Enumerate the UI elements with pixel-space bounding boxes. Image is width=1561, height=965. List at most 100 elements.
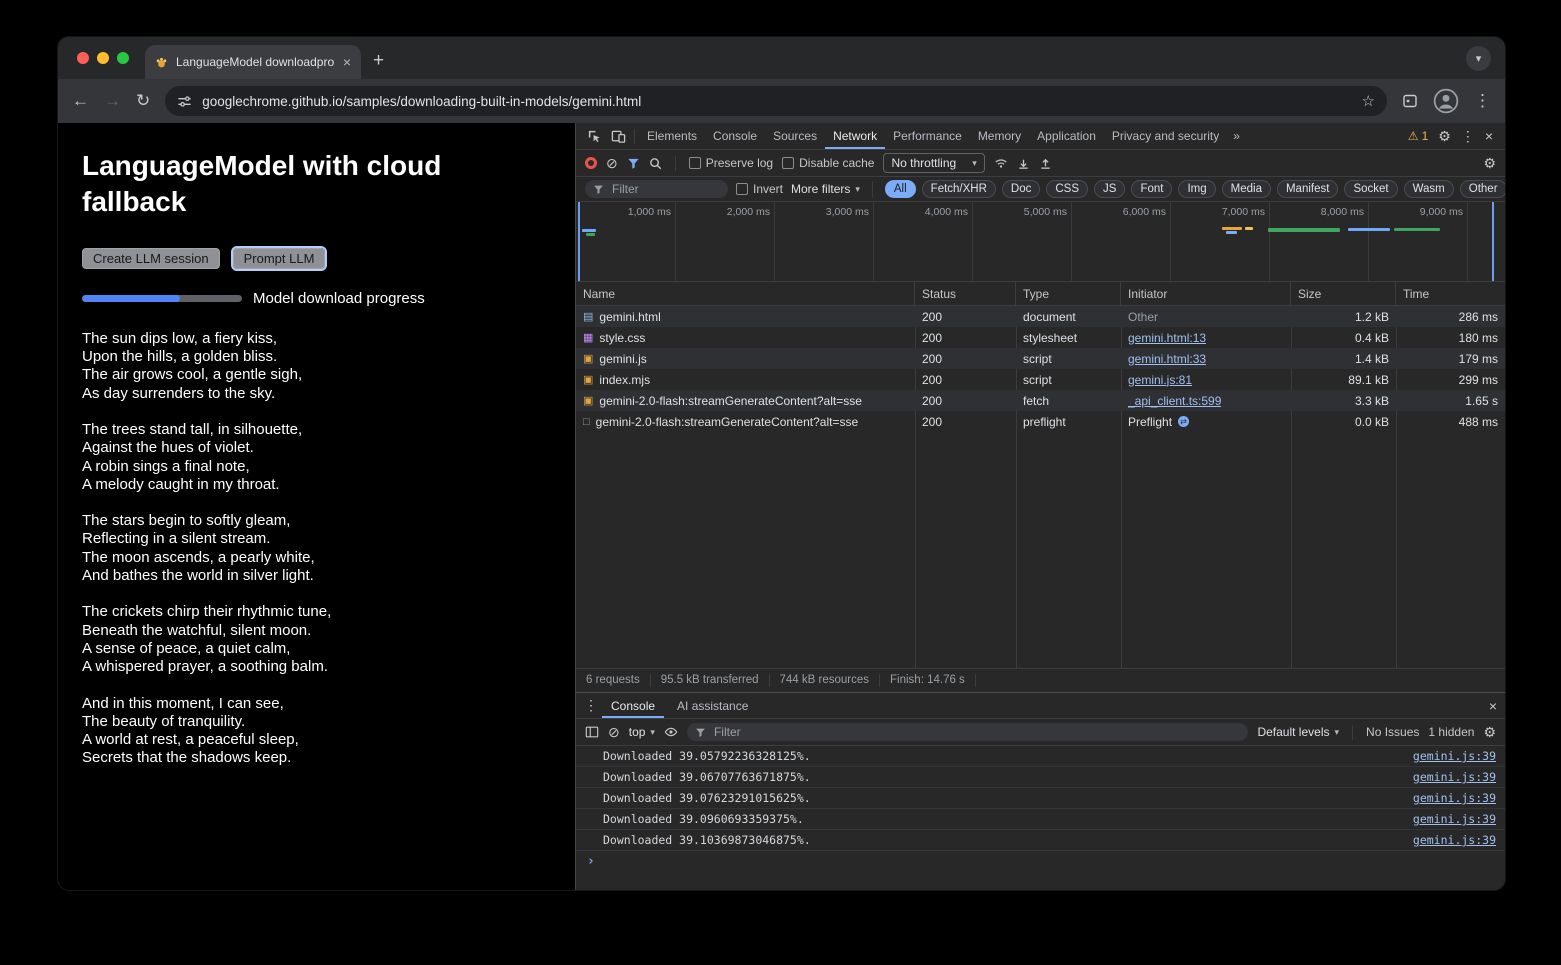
reload-icon[interactable]: ↻ — [136, 91, 150, 111]
more-tabs-icon[interactable]: » — [1227, 129, 1246, 143]
tab-close-icon[interactable]: × — [343, 55, 351, 69]
execution-context-dropdown[interactable]: top ▾ — [629, 725, 655, 739]
column-name[interactable]: Name — [576, 282, 915, 305]
tab-console[interactable]: Console — [705, 123, 765, 149]
clear-console-icon[interactable]: ⊘ — [608, 724, 620, 741]
initiator-link[interactable]: _api_client.ts:599 — [1128, 394, 1221, 408]
inspect-element-icon[interactable] — [582, 129, 606, 144]
chip-img[interactable]: Img — [1178, 180, 1215, 198]
request-row[interactable]: ▦style.css 200 stylesheet gemini.html:13… — [576, 327, 1505, 348]
tab-performance[interactable]: Performance — [885, 123, 970, 149]
clear-network-log-icon[interactable]: ⊘ — [606, 155, 618, 172]
network-filter-input[interactable] — [610, 181, 720, 197]
console-source-link[interactable]: gemini.js:39 — [1413, 770, 1496, 784]
new-tab-button[interactable]: + — [373, 50, 384, 72]
drawer-tab-ai-assistance[interactable]: AI assistance — [668, 693, 757, 718]
log-levels-dropdown[interactable]: Default levels ▾ — [1257, 725, 1339, 739]
chip-font[interactable]: Font — [1131, 180, 1172, 198]
console-prompt[interactable]: › — [576, 851, 1505, 872]
request-row[interactable]: ▤gemini.html 200 document Other 1.2 kB 2… — [576, 306, 1505, 327]
disable-cache-checkbox[interactable] — [782, 157, 794, 169]
create-llm-session-button[interactable]: Create LLM session — [82, 248, 220, 269]
column-status[interactable]: Status — [915, 282, 1016, 305]
more-filters-dropdown[interactable]: More filters ▾ — [791, 182, 860, 196]
column-size[interactable]: Size — [1291, 282, 1396, 305]
selection-bracket[interactable] — [1492, 202, 1494, 281]
chip-media[interactable]: Media — [1222, 180, 1271, 198]
column-time[interactable]: Time — [1396, 282, 1505, 305]
throttling-select[interactable]: No throttling ▾ — [883, 153, 984, 173]
column-initiator[interactable]: Initiator — [1121, 282, 1291, 305]
tab-search-button[interactable]: ▾ — [1466, 46, 1491, 71]
url-bar[interactable]: googlechrome.github.io/samples/downloadi… — [165, 86, 1387, 116]
network-timeline-overview[interactable]: 1,000 ms 2,000 ms 3,000 ms 4,000 ms 5,00… — [576, 202, 1505, 282]
console-filter-input[interactable] — [712, 724, 1241, 740]
chip-doc[interactable]: Doc — [1002, 180, 1040, 198]
selection-bracket[interactable] — [578, 202, 580, 281]
chip-fetch-xhr[interactable]: Fetch/XHR — [922, 180, 996, 198]
console-source-link[interactable]: gemini.js:39 — [1413, 833, 1496, 847]
prompt-llm-button[interactable]: Prompt LLM — [233, 248, 326, 269]
browser-menu-icon[interactable]: ⋮ — [1474, 91, 1491, 111]
issues-warning[interactable]: ⚠ 1 — [1408, 129, 1428, 143]
request-row[interactable]: ▣gemini-2.0-flash:streamGenerateContent?… — [576, 390, 1505, 411]
extensions-icon[interactable] — [1402, 93, 1418, 109]
console-source-link[interactable]: gemini.js:39 — [1413, 749, 1496, 763]
bookmark-star-icon[interactable]: ☆ — [1362, 92, 1375, 110]
devtools-settings-icon[interactable]: ⚙ — [1438, 128, 1451, 145]
drawer-menu-icon[interactable]: ⋮ — [584, 697, 598, 714]
device-toolbar-icon[interactable] — [606, 129, 630, 144]
console-source-link[interactable]: gemini.js:39 — [1413, 812, 1496, 826]
chip-css[interactable]: CSS — [1046, 180, 1088, 198]
import-har-icon[interactable] — [1017, 157, 1030, 170]
initiator-link[interactable]: gemini.html:13 — [1128, 331, 1206, 345]
console-settings-icon[interactable]: ⚙ — [1483, 724, 1496, 741]
issues-status[interactable]: No Issues — [1366, 725, 1419, 739]
initiator-link[interactable]: gemini.js:81 — [1128, 373, 1192, 387]
chip-wasm[interactable]: Wasm — [1404, 180, 1454, 198]
record-network-log-button[interactable] — [585, 157, 597, 169]
forward-icon[interactable]: → — [104, 91, 121, 111]
browser-tab[interactable]: LanguageModel downloadpro × — [145, 45, 361, 79]
profile-avatar[interactable] — [1433, 88, 1459, 114]
minimize-window-button[interactable] — [97, 52, 109, 64]
network-settings-icon[interactable]: ⚙ — [1483, 155, 1496, 172]
close-window-button[interactable] — [77, 52, 89, 64]
drawer-tab-console[interactable]: Console — [602, 693, 664, 718]
live-expression-eye-icon[interactable] — [664, 725, 678, 739]
drawer-close-icon[interactable]: × — [1489, 698, 1497, 714]
tab-memory[interactable]: Memory — [970, 123, 1029, 149]
request-row[interactable]: ▣index.mjs 200 script gemini.js:81 89.1 … — [576, 369, 1505, 390]
chip-all[interactable]: All — [885, 180, 916, 198]
chip-js[interactable]: JS — [1094, 180, 1125, 198]
prompt-chevron-icon: › — [587, 854, 595, 869]
devtools-close-icon[interactable]: × — [1485, 128, 1493, 144]
initiator-link[interactable]: gemini.html:33 — [1128, 352, 1206, 366]
poem-line: The stars begin to softly gleam, — [82, 512, 545, 530]
console-sidebar-icon[interactable] — [585, 725, 599, 739]
back-icon[interactable]: ← — [72, 91, 89, 111]
console-toolbar: ⊘ top ▾ — [576, 719, 1505, 746]
chip-manifest[interactable]: Manifest — [1277, 180, 1338, 198]
tab-application[interactable]: Application — [1029, 123, 1104, 149]
tab-elements[interactable]: Elements — [639, 123, 705, 149]
maximize-window-button[interactable] — [117, 52, 129, 64]
tab-privacy-security[interactable]: Privacy and security — [1104, 123, 1227, 149]
request-row[interactable]: ▣gemini.js 200 script gemini.html:33 1.4… — [576, 348, 1505, 369]
filter-toggle-icon[interactable] — [627, 157, 640, 170]
search-icon[interactable] — [649, 157, 662, 170]
chip-socket[interactable]: Socket — [1344, 180, 1397, 198]
network-conditions-icon[interactable] — [994, 156, 1008, 170]
request-row[interactable]: □gemini-2.0-flash:streamGenerateContent?… — [576, 411, 1505, 432]
console-source-link[interactable]: gemini.js:39 — [1413, 791, 1496, 805]
export-har-icon[interactable] — [1039, 157, 1052, 170]
column-type[interactable]: Type — [1016, 282, 1121, 305]
devtools-menu-icon[interactable]: ⋮ — [1461, 128, 1475, 145]
tab-network[interactable]: Network — [825, 123, 885, 149]
invert-checkbox[interactable] — [736, 183, 748, 195]
chip-other[interactable]: Other — [1460, 180, 1505, 198]
preserve-log-checkbox[interactable] — [689, 157, 701, 169]
console-message: Downloaded 39.0960693359375%. gemini.js:… — [576, 809, 1505, 830]
tab-sources[interactable]: Sources — [765, 123, 825, 149]
hidden-messages[interactable]: 1 hidden — [1428, 725, 1474, 739]
